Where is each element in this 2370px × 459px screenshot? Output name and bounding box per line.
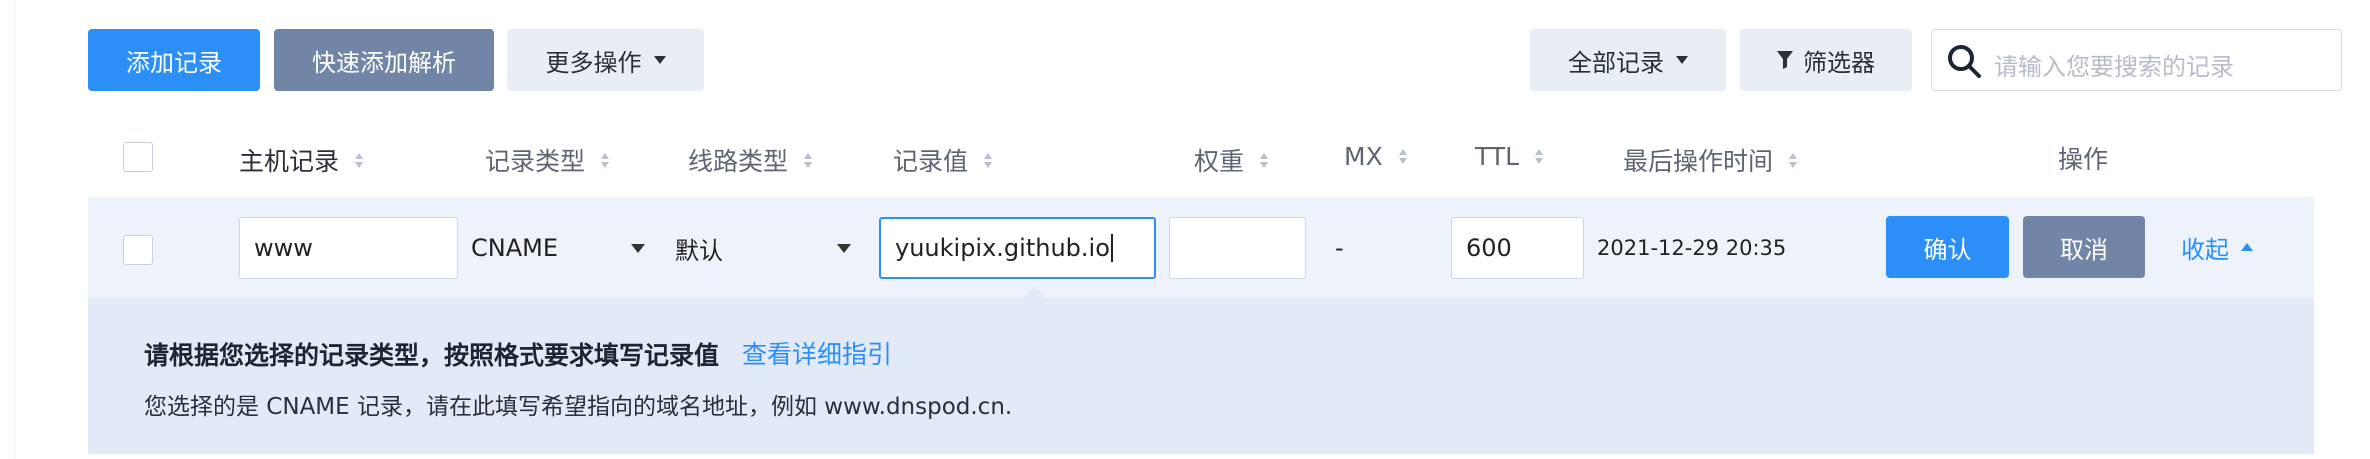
all-records-dropdown[interactable]: 全部记录: [1530, 29, 1726, 91]
line-type-value: 默认: [675, 236, 723, 265]
line-type-select[interactable]: 默认: [675, 217, 861, 279]
last-modified-text: 2021-12-29 20:35: [1597, 236, 1787, 260]
sort-icon: [1789, 152, 1798, 168]
more-actions-dropdown[interactable]: 更多操作: [507, 29, 704, 91]
text-cursor: [1110, 234, 1113, 262]
record-type-select[interactable]: CNAME: [471, 217, 657, 279]
search-input[interactable]: 请输入您要搜索的记录: [1931, 29, 2342, 91]
host-record-input[interactable]: www: [239, 217, 458, 279]
detail-guide-link[interactable]: 查看详细指引: [742, 335, 892, 371]
sort-icon: [601, 152, 610, 168]
hint-pointer: [1022, 286, 1048, 299]
filter-icon: [1777, 51, 1793, 69]
filter-label: 筛选器: [1803, 48, 1875, 77]
row-checkbox[interactable]: [123, 235, 153, 265]
chevron-down-icon: [631, 244, 645, 253]
search-placeholder: 请输入您要搜索的记录: [1994, 53, 2234, 81]
all-records-label: 全部记录: [1568, 48, 1664, 77]
header-weight[interactable]: 权重: [1194, 142, 1269, 178]
add-record-button[interactable]: 添加记录: [88, 29, 260, 91]
header-host-label: 主机记录: [239, 147, 340, 176]
header-value-label: 记录值: [893, 147, 969, 176]
hint-title: 请根据您选择的记录类型，按照格式要求填写记录值: [144, 341, 720, 370]
quick-add-label: 快速添加解析: [312, 48, 456, 77]
hint-body: 您选择的是 CNAME 记录，请在此填写希望指向的域名地址，例如 www.dns…: [144, 394, 1013, 420]
record-type-value: CNAME: [471, 234, 558, 262]
header-mx[interactable]: MX: [1344, 142, 1407, 171]
collapse-link[interactable]: 收起: [2181, 216, 2253, 278]
more-actions-label: 更多操作: [545, 48, 642, 77]
header-ttl[interactable]: TTL: [1475, 142, 1544, 171]
chevron-up-icon: [2241, 243, 2253, 251]
header-line-label: 线路类型: [688, 147, 789, 176]
sort-icon: [804, 152, 813, 168]
chevron-down-icon: [653, 56, 666, 64]
header-type[interactable]: 记录类型: [485, 142, 610, 178]
record-hint-panel: [88, 298, 2314, 454]
sort-icon: [1535, 149, 1544, 164]
ttl-input[interactable]: 600: [1451, 217, 1584, 279]
header-mx-label: MX: [1344, 142, 1383, 171]
sort-icon: [984, 152, 993, 168]
mx-text: -: [1335, 234, 1344, 262]
record-value-text: yuukipix.github.io: [895, 234, 1110, 262]
confirm-label: 确认: [1923, 235, 1972, 264]
last-modified: 2021-12-29 20:35: [1597, 217, 1786, 279]
header-last-modified[interactable]: 最后操作时间: [1623, 142, 1798, 178]
header-last-modified-label: 最后操作时间: [1623, 147, 1774, 176]
select-all-checkbox[interactable]: [123, 142, 153, 172]
sort-icon: [355, 152, 364, 168]
weight-input[interactable]: [1169, 217, 1306, 279]
collapse-label: 收起: [2181, 235, 2229, 264]
host-record-value: www: [254, 234, 313, 262]
cancel-label: 取消: [2060, 235, 2108, 264]
header-host[interactable]: 主机记录: [239, 142, 364, 178]
sort-icon: [1260, 152, 1269, 168]
header-value[interactable]: 记录值: [893, 142, 993, 178]
mx-value: -: [1335, 217, 1344, 279]
cancel-button[interactable]: 取消: [2023, 216, 2145, 278]
page-edge-divider: [14, 0, 15, 459]
chevron-down-icon: [837, 244, 851, 253]
header-actions: 操作: [2058, 140, 2108, 176]
search-icon: [1948, 45, 1981, 78]
header-ttl-label: TTL: [1475, 142, 1520, 171]
add-record-label: 添加记录: [126, 48, 222, 77]
record-value-input[interactable]: yuukipix.github.io: [879, 217, 1156, 279]
ttl-value: 600: [1466, 234, 1512, 262]
header-actions-label: 操作: [2058, 145, 2109, 174]
filter-button[interactable]: 筛选器: [1740, 29, 1912, 91]
confirm-button[interactable]: 确认: [1886, 216, 2009, 278]
quick-add-button[interactable]: 快速添加解析: [274, 29, 494, 91]
chevron-down-icon: [1676, 56, 1688, 64]
sort-icon: [1398, 149, 1407, 164]
header-line[interactable]: 线路类型: [688, 142, 813, 178]
header-weight-label: 权重: [1194, 147, 1245, 176]
header-type-label: 记录类型: [485, 147, 586, 176]
